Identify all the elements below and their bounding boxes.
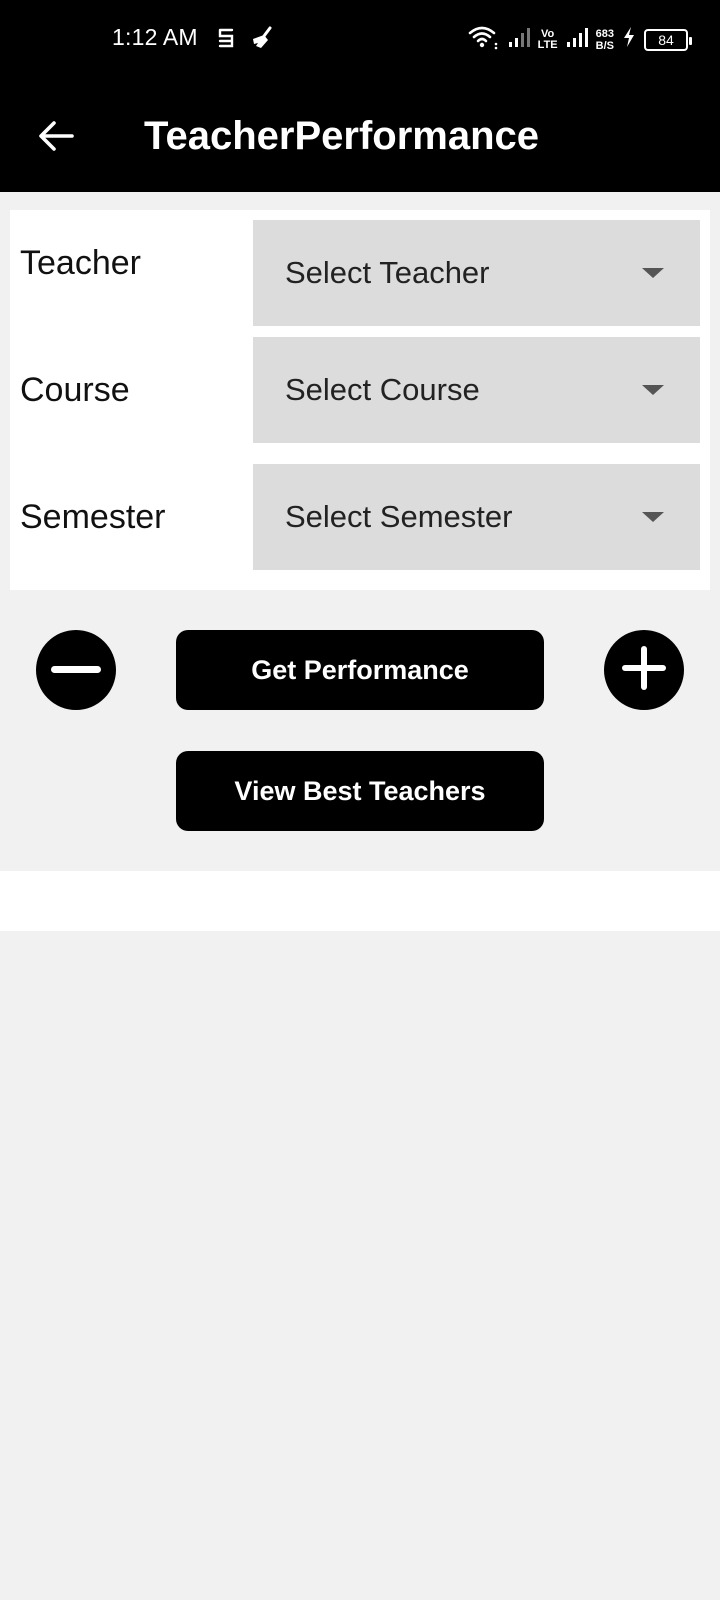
course-row: Course Select Course <box>10 337 710 443</box>
dropdown-arrow-icon <box>642 512 664 522</box>
wifi-icon <box>468 24 500 55</box>
results-area <box>0 871 720 931</box>
filter-form: Teacher Select Teacher Course Select Cou… <box>10 210 710 590</box>
back-button[interactable] <box>28 110 84 166</box>
app-notification-icon <box>216 27 236 54</box>
teacher-row: Teacher Select Teacher <box>10 210 710 326</box>
teacher-dropdown[interactable]: Select Teacher <box>253 220 700 326</box>
teacher-dropdown-value: Select Teacher <box>285 255 490 290</box>
app-bar: TeacherPerformance <box>0 80 720 192</box>
network-speed: 683 B/S <box>595 27 614 52</box>
notification-icons <box>216 26 276 55</box>
semester-dropdown-value: Select Semester <box>285 499 513 534</box>
minus-icon <box>51 661 101 679</box>
view-best-teachers-button[interactable]: View Best Teachers <box>176 751 544 831</box>
cleaner-broom-icon <box>250 26 276 55</box>
increase-button[interactable] <box>604 630 684 710</box>
decrease-button[interactable] <box>36 630 116 710</box>
status-time: 1:12 AM <box>112 24 198 50</box>
signal-sim1-icon <box>508 26 530 53</box>
course-label: Course <box>20 370 130 409</box>
status-right-icons: Vo LTE 683 B/S 84 <box>468 24 692 55</box>
volte-indicator: Vo LTE <box>537 27 558 51</box>
course-dropdown-value: Select Course <box>285 372 480 407</box>
get-performance-button[interactable]: Get Performance <box>176 630 544 710</box>
back-arrow-icon <box>38 120 74 157</box>
status-bar: 1:12 AM Vo LTE 683 B/S 84 <box>0 0 720 80</box>
battery-indicator: 84 <box>644 28 692 51</box>
plus-icon <box>622 645 666 695</box>
semester-label: Semester <box>20 497 166 536</box>
teacher-label: Teacher <box>20 243 141 282</box>
charging-bolt-icon <box>622 26 636 53</box>
semester-row: Semester Select Semester <box>10 464 710 570</box>
signal-sim2-icon <box>566 26 588 53</box>
course-dropdown[interactable]: Select Course <box>253 337 700 443</box>
semester-dropdown[interactable]: Select Semester <box>253 464 700 570</box>
dropdown-arrow-icon <box>642 268 664 278</box>
page-title: TeacherPerformance <box>144 114 539 158</box>
dropdown-arrow-icon <box>642 385 664 395</box>
